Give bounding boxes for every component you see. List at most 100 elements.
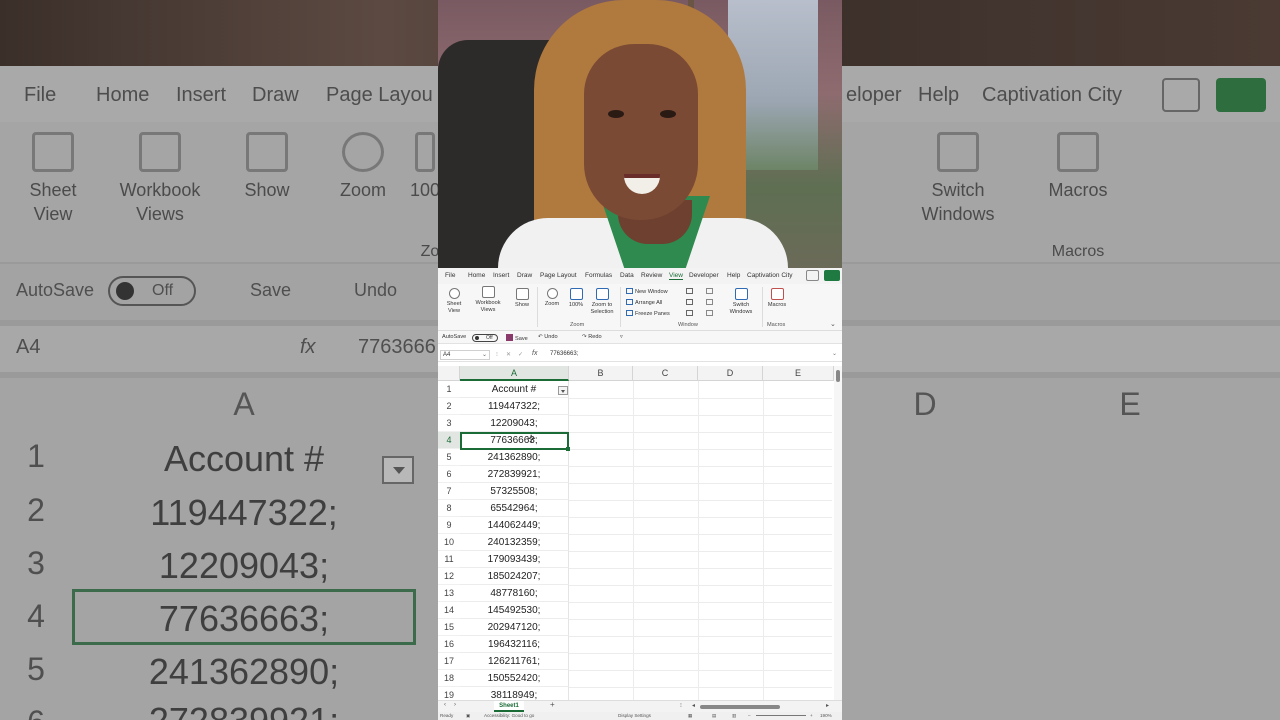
redo-button[interactable]: ↷ Redo [582, 334, 602, 340]
row-header[interactable]: 5 [438, 449, 460, 466]
vertical-scrollbar[interactable] [834, 366, 842, 700]
enter-icon[interactable]: ✓ [518, 351, 523, 358]
menu-page-layout[interactable]: Page Layout [540, 272, 577, 279]
table-cell-account[interactable]: 202947120; [460, 619, 569, 636]
table-cell-account[interactable]: 12209043; [460, 415, 569, 432]
unhide-icon[interactable] [686, 310, 695, 317]
table-cell-account[interactable]: 150552420; [460, 670, 569, 687]
row-header[interactable]: 12 [438, 568, 460, 585]
vertical-scroll-thumb[interactable] [836, 370, 840, 382]
undo-button[interactable]: ↶ Undo [538, 334, 558, 340]
view-side-by-side-icon[interactable] [706, 288, 715, 295]
menu-file[interactable]: File [445, 272, 455, 279]
row-header[interactable]: 9 [438, 517, 460, 534]
sheet-view-button[interactable]: Sheet View [441, 288, 467, 315]
reset-position-icon[interactable] [706, 310, 715, 317]
row-header[interactable]: 17 [438, 653, 460, 670]
col-header-a[interactable]: A [460, 366, 569, 381]
arrange-all-button[interactable]: Arrange All [626, 299, 662, 306]
col-header-e[interactable]: E [763, 366, 834, 381]
row-header[interactable]: 3 [438, 415, 460, 432]
zoom-slider[interactable] [756, 715, 806, 716]
comments-icon[interactable] [806, 270, 819, 281]
cancel-icon[interactable]: ✕ [506, 351, 511, 358]
zoom-level[interactable]: 190% [820, 713, 832, 718]
menu-home[interactable]: Home [468, 272, 485, 279]
switch-windows-button[interactable]: Switch Windows [724, 288, 758, 316]
page-break-view-icon[interactable]: ▥ [732, 713, 736, 719]
show-button[interactable]: Show [510, 288, 534, 309]
menu-draw[interactable]: Draw [517, 272, 532, 279]
page-layout-view-icon[interactable]: ▤ [712, 713, 716, 719]
menu-help[interactable]: Help [727, 272, 740, 279]
menu-review[interactable]: Review [641, 272, 662, 279]
macro-record-icon[interactable]: ▣ [466, 713, 470, 719]
zoom-to-selection-button[interactable]: Zoom to Selection [588, 288, 616, 316]
zoom-button[interactable]: Zoom [540, 288, 564, 308]
hide-icon[interactable] [686, 299, 695, 306]
name-box[interactable]: A4 ⌄ [440, 350, 490, 360]
new-window-button[interactable]: New Window [626, 288, 668, 295]
table-cell-account[interactable]: 126211761; [460, 653, 569, 670]
table-cell-account[interactable]: 272839921; [460, 466, 569, 483]
share-icon[interactable] [824, 270, 840, 281]
split-icon[interactable] [686, 288, 695, 295]
sync-scroll-icon[interactable] [706, 299, 715, 306]
worksheet-grid[interactable]: A B C D E 1 Account #2 119447322; 3 12209043… [438, 366, 842, 705]
row-header[interactable]: 10 [438, 534, 460, 551]
sheet-options-icon[interactable]: ⁝ [680, 702, 682, 709]
normal-view-icon[interactable]: ▦ [688, 713, 692, 719]
row-header[interactable]: 16 [438, 636, 460, 653]
fx-icon[interactable]: fx [532, 350, 537, 357]
save-button[interactable]: Save [506, 334, 528, 342]
row-header[interactable]: 13 [438, 585, 460, 602]
accessibility-status[interactable]: Accessibility: Good to go [484, 713, 534, 718]
menu-captivation-city[interactable]: Captivation City [747, 272, 793, 279]
freeze-panes-button[interactable]: Freeze Panes [626, 310, 670, 317]
table-cell-account[interactable]: 48778160; [460, 585, 569, 602]
row-header[interactable]: 1 [438, 381, 460, 398]
horizontal-scroll-thumb[interactable] [700, 705, 780, 709]
table-cell-account[interactable]: 65542964; [460, 500, 569, 517]
scroll-left-icon[interactable]: ◂ [692, 702, 695, 709]
row-header[interactable]: 14 [438, 602, 460, 619]
zoom-out-icon[interactable]: – [748, 713, 751, 718]
menu-formulas[interactable]: Formulas [585, 272, 612, 279]
autosave-toggle[interactable]: Off [472, 334, 498, 342]
menu-developer[interactable]: Developer [689, 272, 719, 279]
col-header-d[interactable]: D [698, 366, 763, 381]
row-header[interactable]: 2 [438, 398, 460, 415]
select-all-corner[interactable] [438, 366, 460, 381]
row-header[interactable]: 11 [438, 551, 460, 568]
expand-formula-icon[interactable]: ⌄ [832, 350, 837, 357]
filter-dropdown-icon[interactable] [558, 386, 568, 395]
row-header[interactable]: 7 [438, 483, 460, 500]
add-sheet-button[interactable]: + [550, 700, 555, 709]
sheet-tab-sheet1[interactable]: Sheet1 [494, 701, 524, 712]
table-cell-account[interactable]: 144062449; [460, 517, 569, 534]
active-cell-a4[interactable] [460, 432, 570, 451]
table-cell-account[interactable]: 241362890; [460, 449, 569, 466]
row-header[interactable]: 6 [438, 466, 460, 483]
zoom-in-icon[interactable]: + [810, 713, 813, 718]
table-cell-account[interactable]: 196432116; [460, 636, 569, 653]
table-cell-account[interactable]: 57325508; [460, 483, 569, 500]
menu-data[interactable]: Data [620, 272, 634, 279]
customize-qat-icon[interactable]: ▿ [620, 334, 623, 340]
table-cell-account[interactable]: 185024207; [460, 568, 569, 585]
row-header[interactable]: 8 [438, 500, 460, 517]
row-header[interactable]: 4 [438, 432, 460, 449]
col-header-c[interactable]: C [633, 366, 698, 381]
menu-insert[interactable]: Insert [493, 272, 509, 279]
chevron-down-icon[interactable]: ⌄ [482, 351, 487, 358]
macros-button[interactable]: Macros [764, 288, 790, 309]
prev-sheet-icon[interactable]: ‹ [444, 702, 446, 708]
menu-view[interactable]: View [669, 272, 683, 280]
display-settings-button[interactable]: Display Settings [618, 713, 651, 718]
zoom-100-button[interactable]: 100% [566, 288, 586, 309]
table-cell-account[interactable]: 145492530; [460, 602, 569, 619]
next-sheet-icon[interactable]: › [454, 702, 456, 708]
table-cell-account[interactable]: 179093439; [460, 551, 569, 568]
scroll-right-icon[interactable]: ▸ [826, 702, 829, 709]
row-header[interactable]: 18 [438, 670, 460, 687]
